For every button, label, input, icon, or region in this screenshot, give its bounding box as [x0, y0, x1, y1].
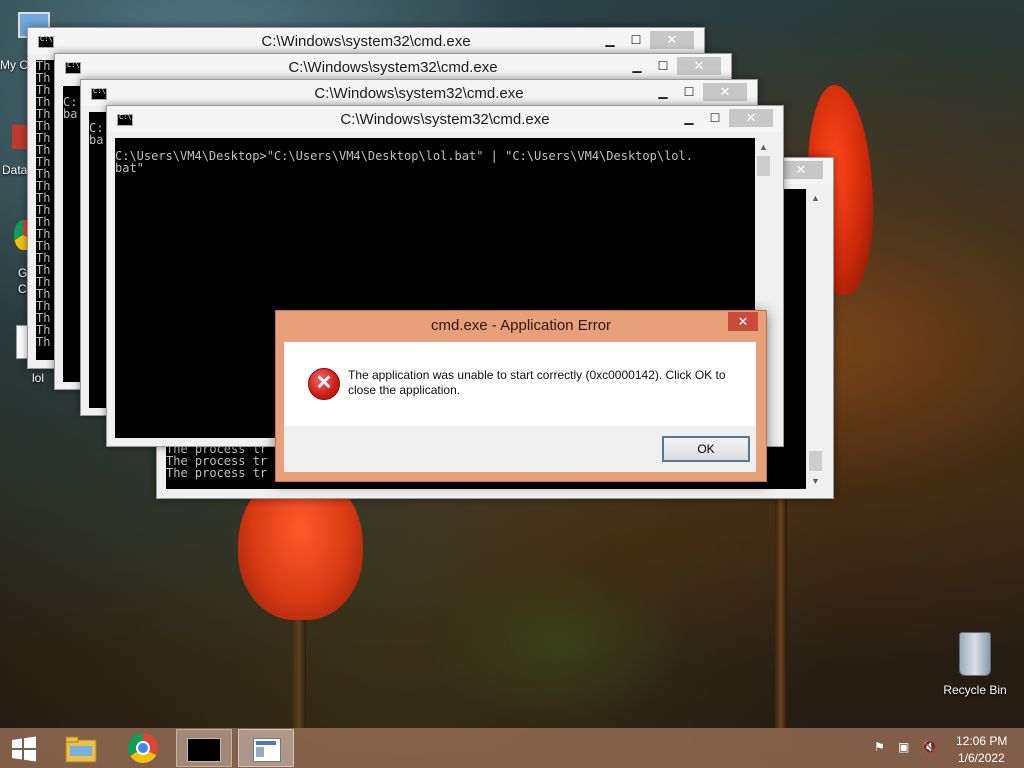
action-center-flag-icon[interactable]: ⚑ [874, 740, 885, 754]
scroll-up-icon[interactable]: ▲ [755, 140, 772, 154]
scroll-up-icon[interactable]: ▲ [807, 191, 824, 205]
dialog-title: cmd.exe - Application Error [430, 317, 612, 334]
clock-date[interactable]: 1/6/2022 [958, 751, 1005, 765]
application-error-dialog[interactable]: cmd.exe - Application Error ✕ ✕ The appl… [275, 310, 767, 482]
cmd-icon [187, 738, 221, 762]
chrome-icon [128, 733, 158, 763]
desktop-icon-label: lol [32, 371, 45, 385]
desktop-icon-label: Recycle Bin [943, 683, 1007, 697]
dialog-body: ✕ The application was unable to start co… [284, 342, 756, 426]
dialog-footer: OK [284, 426, 756, 472]
shortcut-icon [12, 125, 28, 149]
minimize-button[interactable]: ▁ [651, 83, 675, 101]
taskbar-file-explorer[interactable] [58, 729, 104, 767]
title-bar[interactable]: C:\Windows\system32\cmd.exe ▁ ☐ ✕ [107, 106, 783, 132]
taskbar-cmd[interactable] [176, 729, 232, 767]
scroll-thumb[interactable] [809, 451, 822, 471]
recycle-bin-icon [959, 632, 991, 676]
desktop-icon-label: Data [2, 163, 28, 177]
taskbar: ⚑ ▣ 🔇 12:06 PM 1/6/2022 [0, 728, 1024, 768]
close-button[interactable]: ✕ [779, 161, 823, 179]
start-icon [12, 736, 36, 762]
title-bar[interactable]: C:\Windows\system32\cmd.exe ▁ ☐ ✕ [28, 28, 704, 54]
ok-button[interactable]: OK [662, 436, 750, 462]
minimize-button[interactable]: ▁ [677, 109, 701, 127]
title-bar[interactable]: C:\Windows\system32\cmd.exe ▁ ☐ ✕ [55, 54, 731, 80]
maximize-button[interactable]: ☐ [703, 109, 727, 127]
minimize-button[interactable]: ▁ [598, 31, 622, 49]
vertical-scrollbar[interactable]: ▲ ▼ [807, 189, 824, 489]
file-explorer-icon [65, 736, 97, 763]
close-button[interactable]: ✕ [729, 109, 773, 127]
title-bar[interactable]: C:\Windows\system32\cmd.exe ▁ ☐ ✕ [81, 80, 757, 106]
close-button[interactable]: ✕ [677, 57, 721, 75]
maximize-button[interactable]: ☐ [651, 57, 675, 75]
error-icon: ✕ [308, 368, 340, 400]
taskbar-chrome[interactable] [118, 729, 168, 767]
start-button[interactable] [6, 729, 42, 767]
taskbar-window[interactable] [238, 729, 294, 767]
close-button[interactable]: ✕ [703, 83, 747, 101]
maximize-button[interactable]: ☐ [624, 31, 648, 49]
desktop-icon-label: C [18, 282, 27, 296]
dialog-close-button[interactable]: ✕ [728, 312, 758, 331]
maximize-button[interactable]: ☐ [677, 83, 701, 101]
window-icon [253, 738, 281, 762]
dialog-message: The application was unable to start corr… [348, 368, 726, 397]
network-icon[interactable]: ▣ [898, 740, 909, 754]
close-button[interactable]: ✕ [650, 31, 694, 49]
clock-time[interactable]: 12:06 PM [956, 734, 1007, 748]
volume-muted-icon[interactable]: 🔇 [922, 740, 937, 754]
scroll-thumb[interactable] [757, 156, 770, 176]
minimize-button[interactable]: ▁ [625, 57, 649, 75]
desktop-icon-label: G [18, 266, 28, 280]
desktop-icon-recycle-bin[interactable]: Recycle Bin [940, 630, 1010, 700]
scroll-down-icon[interactable]: ▼ [807, 474, 824, 488]
